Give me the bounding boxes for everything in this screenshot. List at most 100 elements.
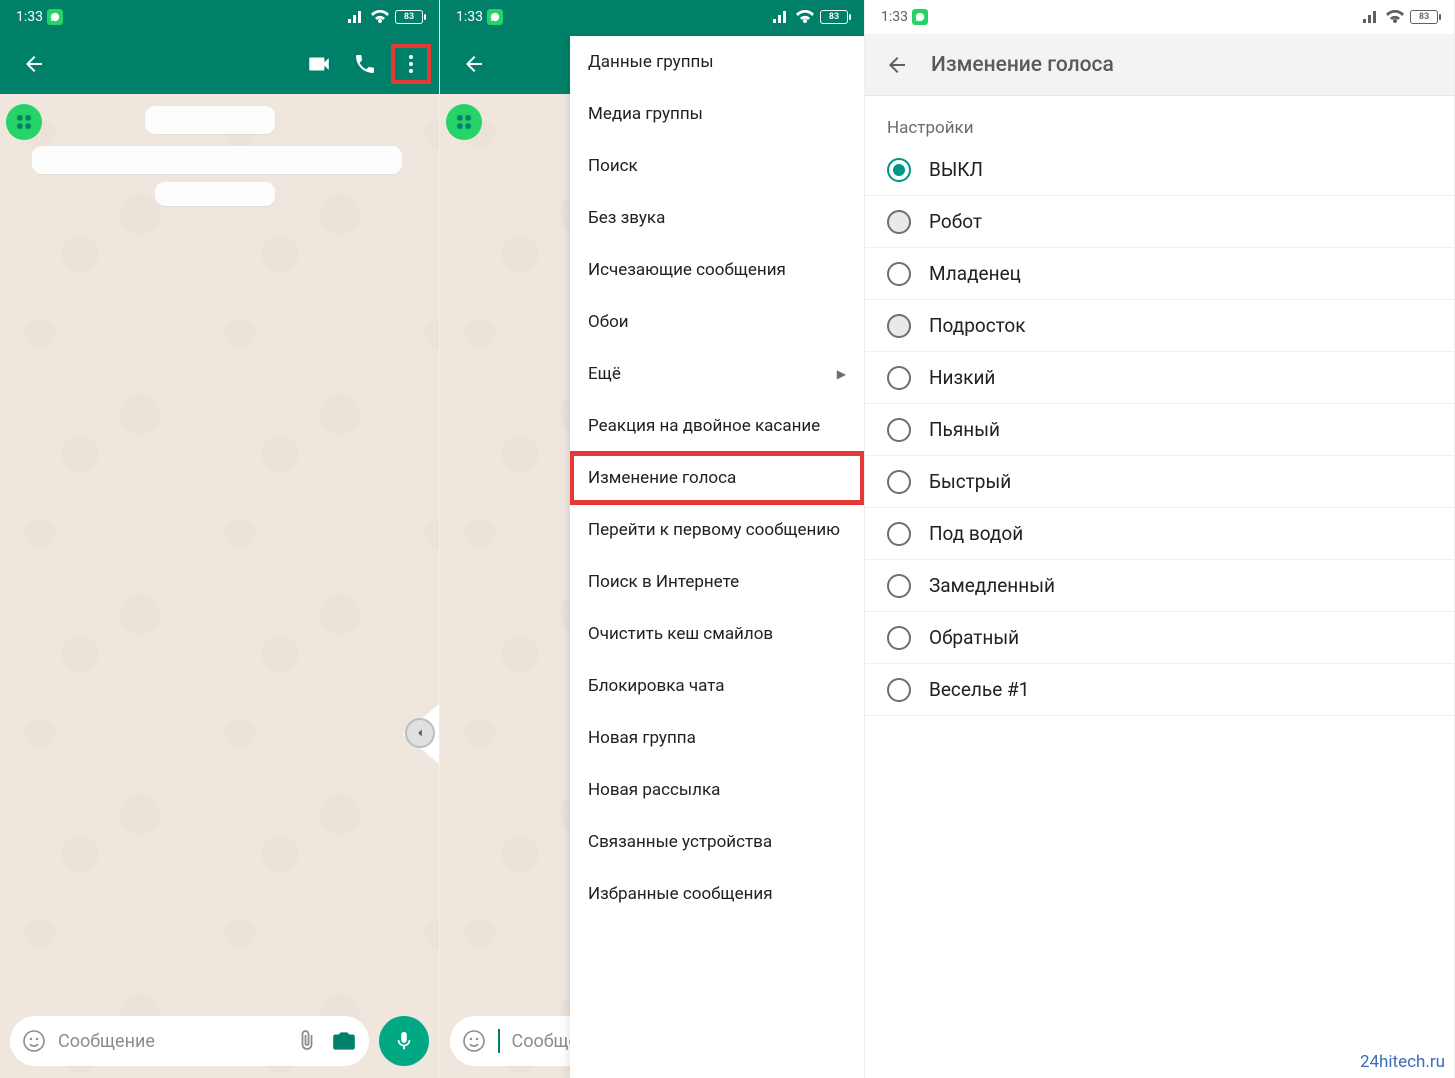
voice-option-label: Веселье #1 [929,678,1029,701]
wifi-icon [1386,10,1404,24]
radio-icon [887,366,911,390]
voice-option-label: Пьяный [929,418,1000,441]
menu-item[interactable]: Обои [570,296,864,348]
status-bar: 1:33 83 [440,0,864,34]
emoji-icon[interactable] [462,1029,486,1053]
voice-option[interactable]: Подросток [865,300,1454,352]
menu-item[interactable]: Реакция на двойное касание [570,400,864,452]
watermark: 24hitech.ru [1360,1052,1445,1072]
status-bar: 1:33 83 [865,0,1454,34]
menu-item-label: Реакция на двойное касание [588,416,820,436]
menu-item[interactable]: Медиа группы [570,88,864,140]
status-time: 1:33 [16,9,43,25]
menu-item[interactable]: Данные группы [570,36,864,88]
voice-call-icon[interactable] [345,44,385,84]
overflow-menu: Данные группы Медиа группы Поиск Без звука И… [570,36,864,1078]
voice-option[interactable]: Обратный [865,612,1454,664]
menu-item-label: Перейти к первому сообщению [588,520,840,540]
widgets-fab[interactable] [446,104,482,140]
widgets-fab[interactable] [6,104,42,140]
voice-option[interactable]: Младенец [865,248,1454,300]
menu-item-label: Блокировка чата [588,676,725,696]
radio-icon [887,210,911,234]
radio-icon [887,418,911,442]
battery-icon: 83 [1410,10,1438,24]
voice-option[interactable]: Робот [865,196,1454,248]
mic-button[interactable] [379,1016,429,1066]
overflow-menu-icon[interactable] [391,44,431,84]
voice-option-label: Подросток [929,314,1026,337]
status-time: 1:33 [881,9,908,25]
voice-option[interactable]: Веселье #1 [865,664,1454,716]
menu-item[interactable]: Без звука [570,192,864,244]
menu-item[interactable]: Перейти к первому сообщению [570,504,864,556]
status-bar: 1:33 83 [0,0,439,34]
drawer-toggle-icon[interactable] [405,718,435,748]
chevron-right-icon: ▶ [837,367,846,381]
text-cursor [498,1029,500,1053]
menu-item-label: Медиа группы [588,104,703,124]
voice-option-label: Низкий [929,366,995,389]
settings-body: Настройки ВЫКЛРоботМладенецПодростокНизк… [865,96,1454,1078]
wifi-icon [371,10,389,24]
camera-icon[interactable] [331,1028,357,1054]
back-icon[interactable] [14,44,54,84]
menu-item[interactable]: Изменение голоса [570,452,864,504]
menu-item[interactable]: Исчезающие сообщения [570,244,864,296]
menu-item[interactable]: Поиск в Интернете [570,556,864,608]
menu-item-label: Обои [588,312,629,332]
menu-item[interactable]: Избранные сообщения [570,868,864,920]
voice-option-label: ВЫКЛ [929,158,983,181]
menu-item-label: Изменение голоса [588,468,736,488]
chat-chip [32,146,402,174]
video-call-icon[interactable] [299,44,339,84]
status-right: 83 [772,10,848,24]
voice-option-label: Робот [929,210,982,233]
battery-icon: 83 [395,10,423,24]
menu-item[interactable]: Очистить кеш смайлов [570,608,864,660]
menu-item-label: Без звука [588,208,665,228]
radio-icon [887,158,911,182]
voice-option[interactable]: Низкий [865,352,1454,404]
radio-icon [887,262,911,286]
menu-item-label: Данные группы [588,52,714,72]
menu-item[interactable]: Поиск [570,140,864,192]
back-icon[interactable] [883,45,911,85]
voice-option-label: Быстрый [929,470,1011,493]
menu-item[interactable]: Блокировка чата [570,660,864,712]
menu-item[interactable]: Связанные устройства [570,816,864,868]
screen-chat: 1:33 83 [0,0,440,1078]
status-left: 1:33 [456,9,503,25]
screen-voice-settings: 1:33 83 Изменение голоса Настройки ВЫКЛР… [865,0,1455,1078]
voice-option[interactable]: Замедленный [865,560,1454,612]
radio-icon [887,522,911,546]
voice-option[interactable]: Быстрый [865,456,1454,508]
status-right: 83 [1362,10,1438,24]
attach-icon[interactable] [295,1029,319,1053]
voice-option[interactable]: Под водой [865,508,1454,560]
whatsapp-icon [912,9,928,25]
menu-item-label: Ещё [588,364,621,384]
menu-item-label: Очистить кеш смайлов [588,624,773,644]
signal-icon [347,10,365,24]
menu-item-label: Избранные сообщения [588,884,773,904]
menu-item[interactable]: Ещё ▶ [570,348,864,400]
voice-option[interactable]: Пьяный [865,404,1454,456]
menu-item[interactable]: Новая группа [570,712,864,764]
voice-option-label: Замедленный [929,574,1055,597]
message-input[interactable]: Сообщение [10,1016,369,1066]
app-bar [0,34,439,94]
radio-icon [887,678,911,702]
back-icon[interactable] [454,44,494,84]
screen-menu: 1:33 83 Сообщение Да [440,0,865,1078]
radio-icon [887,574,911,598]
input-dock: Сообщение [450,1016,585,1066]
voice-option[interactable]: ВЫКЛ [865,144,1454,196]
menu-item-label: Новая группа [588,728,696,748]
status-left: 1:33 [881,9,928,25]
radio-icon [887,470,911,494]
emoji-icon[interactable] [22,1029,46,1053]
voice-option-label: Младенец [929,262,1021,285]
menu-item-label: Поиск в Интернете [588,572,739,592]
menu-item[interactable]: Новая рассылка [570,764,864,816]
